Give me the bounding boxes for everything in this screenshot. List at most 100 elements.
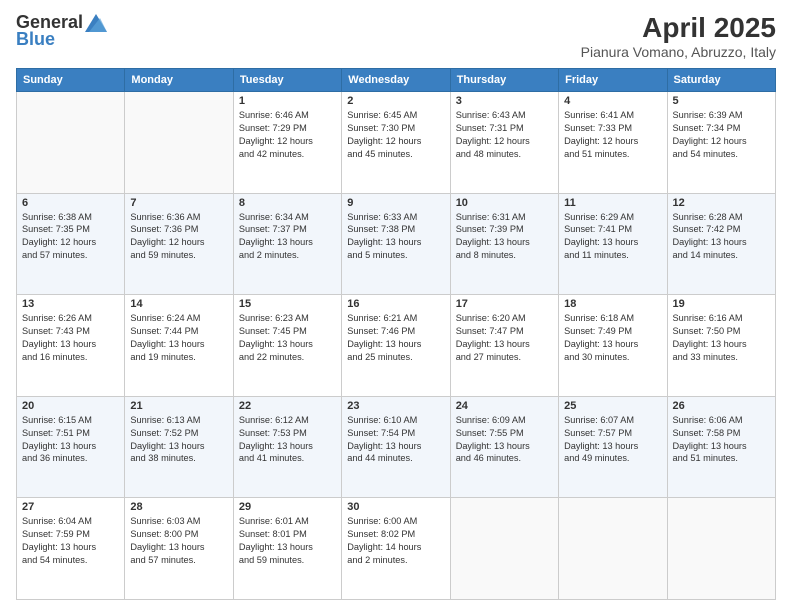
- day-info: Sunrise: 6:29 AM Sunset: 7:41 PM Dayligh…: [564, 211, 661, 263]
- header: General Blue April 2025 Pianura Vomano, …: [16, 12, 776, 60]
- day-number: 20: [22, 400, 119, 412]
- logo-icon: [85, 14, 107, 32]
- day-number: 4: [564, 95, 661, 107]
- day-info: Sunrise: 6:03 AM Sunset: 8:00 PM Dayligh…: [130, 515, 227, 567]
- weekday-header-tuesday: Tuesday: [233, 69, 341, 92]
- day-number: 9: [347, 197, 444, 209]
- subtitle: Pianura Vomano, Abruzzo, Italy: [581, 44, 776, 60]
- calendar-cell: 13 Sunrise: 6:26 AM Sunset: 7:43 PM Dayli…: [17, 295, 125, 397]
- day-number: 17: [456, 298, 553, 310]
- day-number: 1: [239, 95, 336, 107]
- day-info: Sunrise: 6:38 AM Sunset: 7:35 PM Dayligh…: [22, 211, 119, 263]
- day-number: 5: [673, 95, 770, 107]
- calendar-body: 1 Sunrise: 6:46 AM Sunset: 7:29 PM Daylig…: [17, 92, 776, 600]
- calendar-cell: 24 Sunrise: 6:09 AM Sunset: 7:55 PM Dayli…: [450, 396, 558, 498]
- calendar-cell: 8 Sunrise: 6:34 AM Sunset: 7:37 PM Daylig…: [233, 193, 341, 295]
- week-row-5: 27Sunrise: 6:04 AM Sunset: 7:59 PM Dayli…: [17, 498, 776, 600]
- calendar-cell: 19 Sunrise: 6:16 AM Sunset: 7:50 PM Dayli…: [667, 295, 775, 397]
- day-number: 13: [22, 298, 119, 310]
- calendar-cell: 28 Sunrise: 6:03 AM Sunset: 8:00 PM Dayli…: [125, 498, 233, 600]
- main-title: April 2025: [581, 12, 776, 44]
- day-number: 12: [673, 197, 770, 209]
- day-info: Sunrise: 6:10 AM Sunset: 7:54 PM Dayligh…: [347, 414, 444, 466]
- page: General Blue April 2025 Pianura Vomano, …: [0, 0, 792, 612]
- calendar-cell: 25 Sunrise: 6:07 AM Sunset: 7:57 PM Dayli…: [559, 396, 667, 498]
- day-info: Sunrise: 6:15 AM Sunset: 7:51 PM Dayligh…: [22, 414, 119, 466]
- day-info: Sunrise: 6:13 AM Sunset: 7:52 PM Dayligh…: [130, 414, 227, 466]
- day-info: Sunrise: 6:31 AM Sunset: 7:39 PM Dayligh…: [456, 211, 553, 263]
- day-number: 25: [564, 400, 661, 412]
- day-number: 7: [130, 197, 227, 209]
- title-block: April 2025 Pianura Vomano, Abruzzo, Ital…: [581, 12, 776, 60]
- weekday-header-friday: Friday: [559, 69, 667, 92]
- day-info: Sunrise: 6:23 AM Sunset: 7:45 PM Dayligh…: [239, 312, 336, 364]
- calendar-cell: 4Sunrise: 6:41 AM Sunset: 7:33 PM Daylig…: [559, 92, 667, 194]
- day-info: Sunrise: 6:18 AM Sunset: 7:49 PM Dayligh…: [564, 312, 661, 364]
- calendar-cell: 30 Sunrise: 6:00 AM Sunset: 8:02 PM Dayli…: [342, 498, 450, 600]
- weekday-header-saturday: Saturday: [667, 69, 775, 92]
- calendar-cell: 12 Sunrise: 6:28 AM Sunset: 7:42 PM Dayli…: [667, 193, 775, 295]
- day-number: 22: [239, 400, 336, 412]
- day-info: Sunrise: 6:24 AM Sunset: 7:44 PM Dayligh…: [130, 312, 227, 364]
- calendar-cell: [17, 92, 125, 194]
- calendar-cell: 17 Sunrise: 6:20 AM Sunset: 7:47 PM Dayli…: [450, 295, 558, 397]
- calendar: SundayMondayTuesdayWednesdayThursdayFrid…: [16, 68, 776, 600]
- calendar-cell: 9 Sunrise: 6:33 AM Sunset: 7:38 PM Daylig…: [342, 193, 450, 295]
- weekday-header-thursday: Thursday: [450, 69, 558, 92]
- calendar-cell: [450, 498, 558, 600]
- logo-blue-text: Blue: [16, 29, 55, 50]
- day-number: 11: [564, 197, 661, 209]
- day-info: Sunrise: 6:12 AM Sunset: 7:53 PM Dayligh…: [239, 414, 336, 466]
- day-number: 24: [456, 400, 553, 412]
- day-info: Sunrise: 6:26 AM Sunset: 7:43 PM Dayligh…: [22, 312, 119, 364]
- calendar-cell: [667, 498, 775, 600]
- week-row-2: 6 Sunrise: 6:38 AM Sunset: 7:35 PM Daylig…: [17, 193, 776, 295]
- logo: General Blue: [16, 12, 107, 50]
- day-info: Sunrise: 6:06 AM Sunset: 7:58 PM Dayligh…: [673, 414, 770, 466]
- calendar-cell: [125, 92, 233, 194]
- day-info: Sunrise: 6:46 AM Sunset: 7:29 PM Dayligh…: [239, 109, 336, 161]
- calendar-header: SundayMondayTuesdayWednesdayThursdayFrid…: [17, 69, 776, 92]
- day-number: 14: [130, 298, 227, 310]
- calendar-cell: 18 Sunrise: 6:18 AM Sunset: 7:49 PM Dayli…: [559, 295, 667, 397]
- day-info: Sunrise: 6:20 AM Sunset: 7:47 PM Dayligh…: [456, 312, 553, 364]
- day-number: 8: [239, 197, 336, 209]
- day-number: 21: [130, 400, 227, 412]
- calendar-cell: 2 Sunrise: 6:45 AM Sunset: 7:30 PM Daylig…: [342, 92, 450, 194]
- calendar-cell: 26Sunrise: 6:06 AM Sunset: 7:58 PM Dayli…: [667, 396, 775, 498]
- day-number: 28: [130, 501, 227, 513]
- weekday-header-monday: Monday: [125, 69, 233, 92]
- day-number: 18: [564, 298, 661, 310]
- calendar-cell: 15Sunrise: 6:23 AM Sunset: 7:45 PM Dayli…: [233, 295, 341, 397]
- week-row-1: 1 Sunrise: 6:46 AM Sunset: 7:29 PM Daylig…: [17, 92, 776, 194]
- day-info: Sunrise: 6:43 AM Sunset: 7:31 PM Dayligh…: [456, 109, 553, 161]
- day-info: Sunrise: 6:09 AM Sunset: 7:55 PM Dayligh…: [456, 414, 553, 466]
- day-info: Sunrise: 6:28 AM Sunset: 7:42 PM Dayligh…: [673, 211, 770, 263]
- day-info: Sunrise: 6:39 AM Sunset: 7:34 PM Dayligh…: [673, 109, 770, 161]
- day-number: 16: [347, 298, 444, 310]
- day-info: Sunrise: 6:33 AM Sunset: 7:38 PM Dayligh…: [347, 211, 444, 263]
- day-info: Sunrise: 6:45 AM Sunset: 7:30 PM Dayligh…: [347, 109, 444, 161]
- calendar-cell: 16Sunrise: 6:21 AM Sunset: 7:46 PM Dayli…: [342, 295, 450, 397]
- week-row-4: 20 Sunrise: 6:15 AM Sunset: 7:51 PM Dayli…: [17, 396, 776, 498]
- day-info: Sunrise: 6:16 AM Sunset: 7:50 PM Dayligh…: [673, 312, 770, 364]
- calendar-cell: 10Sunrise: 6:31 AM Sunset: 7:39 PM Dayli…: [450, 193, 558, 295]
- calendar-cell: 23Sunrise: 6:10 AM Sunset: 7:54 PM Dayli…: [342, 396, 450, 498]
- day-number: 6: [22, 197, 119, 209]
- day-number: 29: [239, 501, 336, 513]
- calendar-cell: 11 Sunrise: 6:29 AM Sunset: 7:41 PM Dayli…: [559, 193, 667, 295]
- day-number: 30: [347, 501, 444, 513]
- weekday-row: SundayMondayTuesdayWednesdayThursdayFrid…: [17, 69, 776, 92]
- day-info: Sunrise: 6:07 AM Sunset: 7:57 PM Dayligh…: [564, 414, 661, 466]
- day-info: Sunrise: 6:04 AM Sunset: 7:59 PM Dayligh…: [22, 515, 119, 567]
- weekday-header-sunday: Sunday: [17, 69, 125, 92]
- day-number: 19: [673, 298, 770, 310]
- day-number: 3: [456, 95, 553, 107]
- day-info: Sunrise: 6:34 AM Sunset: 7:37 PM Dayligh…: [239, 211, 336, 263]
- calendar-cell: 27Sunrise: 6:04 AM Sunset: 7:59 PM Dayli…: [17, 498, 125, 600]
- day-number: 2: [347, 95, 444, 107]
- calendar-cell: 5 Sunrise: 6:39 AM Sunset: 7:34 PM Daylig…: [667, 92, 775, 194]
- day-info: Sunrise: 6:00 AM Sunset: 8:02 PM Dayligh…: [347, 515, 444, 567]
- calendar-cell: [559, 498, 667, 600]
- calendar-cell: 3 Sunrise: 6:43 AM Sunset: 7:31 PM Daylig…: [450, 92, 558, 194]
